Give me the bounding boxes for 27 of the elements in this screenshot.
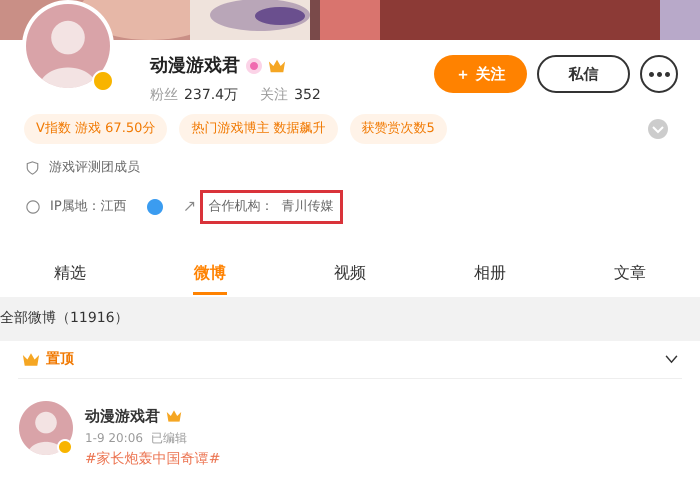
- crown-icon: [166, 408, 182, 423]
- tab[interactable]: 相册: [420, 248, 560, 296]
- pinned-label: 置顶: [46, 350, 74, 368]
- post-time: 1-9 20:06: [85, 430, 143, 447]
- tab[interactable]: 精选: [0, 248, 140, 296]
- following-label: 关注: [260, 86, 288, 105]
- tab[interactable]: 视频: [280, 248, 420, 296]
- tab[interactable]: 文章: [560, 248, 700, 296]
- agency-name: 青川传媒: [282, 198, 334, 216]
- fans-count: 237.4万: [184, 86, 238, 105]
- crown-icon: [268, 58, 286, 74]
- chevron-icon[interactable]: [665, 354, 678, 364]
- shield-icon: [26, 160, 39, 175]
- badge-icon: [246, 58, 262, 74]
- ip-location: IP属地：江西: [50, 198, 127, 216]
- author-name[interactable]: 动漫游戏君: [85, 404, 160, 427]
- fans-label: 粉丝: [150, 86, 178, 105]
- edited-label: 已编辑: [151, 430, 187, 447]
- crown-icon: [22, 352, 40, 366]
- following-count: 352: [294, 86, 321, 105]
- member-text: 游戏评测团成员: [49, 159, 140, 177]
- user-name: 动漫游戏君: [150, 54, 240, 78]
- message-button[interactable]: 私信: [537, 55, 630, 93]
- all-posts-count[interactable]: 全部微博（11916）: [0, 308, 129, 329]
- agency-label: 合作机构：: [208, 198, 274, 216]
- more-button[interactable]: [640, 55, 678, 93]
- avatar-icon: [19, 400, 73, 454]
